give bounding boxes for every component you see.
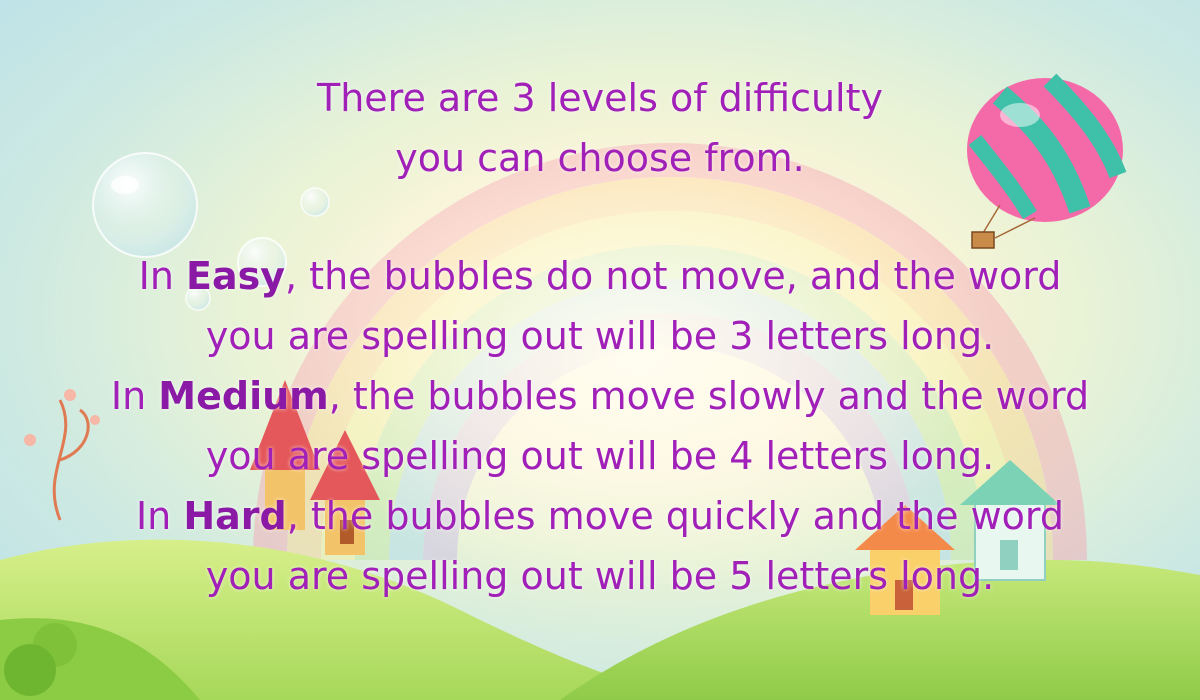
medium-description: In Medium, the bubbles move slowly and t… (0, 370, 1200, 422)
easy-description: In Easy, the bubbles do not move, and th… (0, 250, 1200, 302)
hard-description-2: you are spelling out will be 5 letters l… (205, 554, 995, 598)
instructions-screen: There are 3 levels of difficulty you can… (0, 0, 1200, 700)
hard-prefix: In (135, 494, 184, 538)
medium-level-name: Medium (158, 374, 329, 418)
easy-level-name: Easy (186, 254, 286, 298)
hard-level-name: Hard (183, 494, 287, 538)
hard-description: In Hard, the bubbles move quickly and th… (0, 490, 1200, 542)
medium-description-2: you are spelling out will be 4 letters l… (205, 434, 995, 478)
medium-rest: , the bubbles move slowly and the word (328, 374, 1090, 418)
easy-prefix: In (138, 254, 187, 298)
easy-description-2: you are spelling out will be 3 letters l… (205, 314, 995, 358)
intro-line-1: There are 3 levels of difficulty (317, 76, 883, 120)
easy-rest: , the bubbles do not move, and the word (285, 254, 1062, 298)
hard-rest: , the bubbles move quickly and the word (286, 494, 1065, 538)
difficulty-instructions: There are 3 levels of difficulty you can… (0, 0, 1200, 700)
medium-prefix: In (110, 374, 159, 418)
intro-line-2: you can choose from. (395, 136, 805, 180)
